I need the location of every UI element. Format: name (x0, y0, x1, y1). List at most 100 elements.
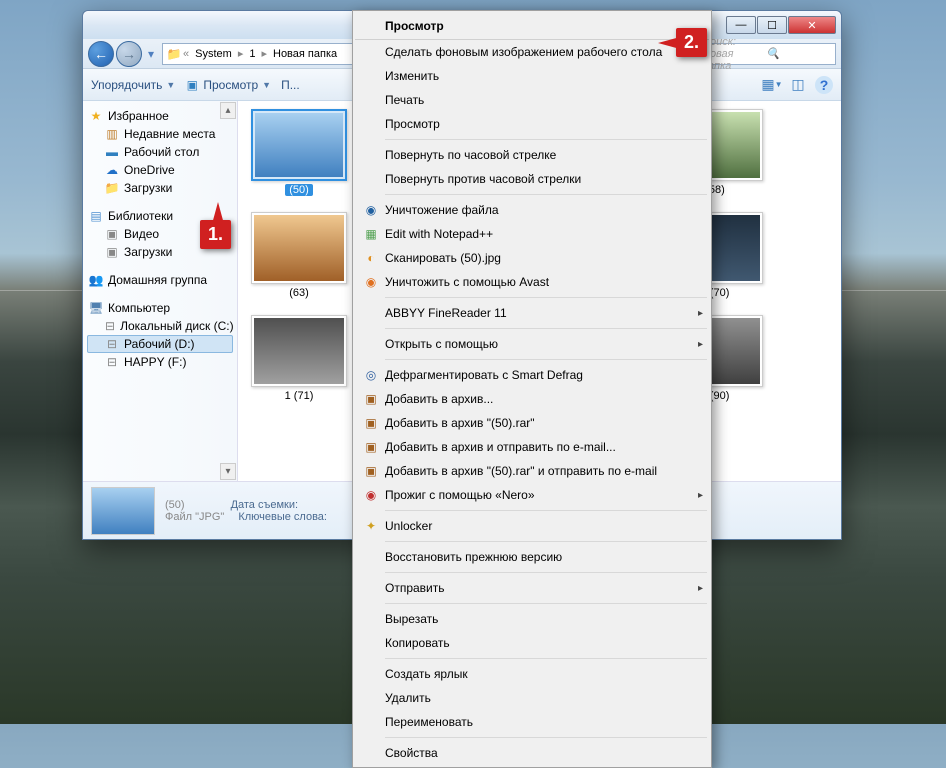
breadcrumb-folder[interactable]: Новая папка (269, 48, 341, 60)
ctx-restore[interactable]: Восстановить прежнюю версию (355, 545, 709, 569)
details-type: Файл "JPG" (165, 511, 224, 523)
navigation-pane[interactable]: ★Избранное ▥Недавние места ▬Рабочий стол… (83, 101, 238, 481)
ctx-header[interactable]: Просмотр (355, 13, 709, 40)
ctx-cut[interactable]: Вырезать (355, 607, 709, 631)
ctx-nero[interactable]: ◉Прожиг с помощью «Nero» (355, 483, 709, 507)
shred-icon: ◉ (361, 202, 381, 218)
file-label: (63) (289, 287, 309, 299)
view-mode-button[interactable]: ▦ ▼ (763, 76, 781, 94)
view-button[interactable]: ▣ Просмотр▼ (185, 78, 271, 92)
ctx-open-with[interactable]: Открыть с помощью (355, 332, 709, 356)
ctx-label: Дефрагментировать с Smart Defrag (385, 368, 583, 382)
favorites-header[interactable]: ★Избранное (87, 107, 233, 125)
ctx-delete[interactable]: Удалить (355, 686, 709, 710)
defrag-icon: ◎ (361, 367, 381, 383)
ctx-label: Добавить в архив... (385, 392, 493, 406)
ctx-add-50rar[interactable]: ▣ Добавить в архив "(50).rar" (355, 411, 709, 435)
ctx-shortcut[interactable]: Создать ярлык (355, 662, 709, 686)
ctx-rename[interactable]: Переименовать (355, 710, 709, 734)
search-input[interactable]: Поиск: Новая папка 🔍 (696, 43, 836, 65)
ctx-scan[interactable]: ◐Сканировать (50).jpg (355, 246, 709, 270)
close-glyph: ✕ (807, 19, 816, 32)
homegroup-header[interactable]: 👥Домашняя группа (87, 271, 233, 289)
star-icon: ★ (89, 109, 103, 123)
nav-desktop[interactable]: ▬Рабочий стол (87, 143, 233, 161)
nav-disk-f[interactable]: ⊟HAPPY (F:) (87, 353, 233, 371)
ctx-label: Добавить в архив "(50).rar" (385, 416, 535, 430)
details-name: (50) (165, 499, 185, 511)
nav-downloads[interactable]: 📁Загрузки (87, 179, 233, 197)
nav-video-label: Видео (124, 227, 159, 241)
breadcrumb-1[interactable]: 1 (245, 48, 259, 60)
minimize-button[interactable]: — (726, 16, 756, 34)
file-thumb-50[interactable]: (50) (246, 109, 352, 196)
ctx-edit[interactable]: Изменить (355, 64, 709, 88)
ctx-copy[interactable]: Копировать (355, 631, 709, 655)
close-button[interactable]: ✕ (788, 16, 836, 34)
file-thumb-63[interactable]: (63) (246, 212, 352, 299)
ctx-label: Свойства (385, 746, 438, 760)
nav-disk-c[interactable]: ⊟Локальный диск (C:) (87, 317, 233, 335)
homegroup-icon: 👥 (89, 273, 103, 287)
help-button[interactable]: ? (815, 76, 833, 94)
ctx-defrag[interactable]: ◎ Дефрагментировать с Smart Defrag (355, 363, 709, 387)
folder-icon: 📁 (105, 181, 119, 195)
breadcrumb-system[interactable]: System (191, 48, 236, 60)
nav-disk-d-label: Рабочий (D:) (124, 337, 195, 351)
onedrive-icon: ☁ (105, 163, 119, 177)
drive-icon: ⊟ (105, 355, 119, 369)
back-button[interactable]: ← (88, 41, 114, 67)
preview-icon: ▣ (185, 78, 199, 92)
ctx-view[interactable]: Просмотр (355, 112, 709, 136)
organize-label: Упорядочить (91, 78, 162, 92)
ctx-label: Уничтожение файла (385, 203, 499, 217)
winrar-icon: ▣ (361, 463, 381, 479)
ctx-send[interactable]: Отправить (355, 576, 709, 600)
winrar-icon: ▣ (361, 415, 381, 431)
ctx-label: Переименовать (385, 715, 473, 729)
ctx-notepad[interactable]: ▦Edit with Notepad++ (355, 222, 709, 246)
nav-recent[interactable]: ▥Недавние места (87, 125, 233, 143)
winrar-icon: ▣ (361, 439, 381, 455)
ctx-rotate-cw[interactable]: Повернуть по часовой стрелке (355, 143, 709, 167)
ctx-props[interactable]: Свойства (355, 741, 709, 765)
ctx-add-50rar-email[interactable]: ▣Добавить в архив "(50).rar" и отправить… (355, 459, 709, 483)
ctx-print[interactable]: Печать (355, 88, 709, 112)
ctx-label: Копировать (385, 636, 450, 650)
nav-onedrive[interactable]: ☁OneDrive (87, 161, 233, 179)
organize-button[interactable]: Упорядочить▼ (91, 78, 175, 92)
details-tags-key: Ключевые слова: (238, 511, 327, 523)
view-label: Просмотр (203, 78, 258, 92)
ctx-add-archive[interactable]: ▣Добавить в архив... (355, 387, 709, 411)
file-thumb-171[interactable]: 1 (71) (246, 315, 352, 402)
ctx-abbyy[interactable]: ABBYY FineReader 11 (355, 301, 709, 325)
libraries-label: Библиотеки (108, 209, 173, 223)
ctx-label: Открыть с помощью (385, 337, 498, 351)
forward-button[interactable]: → (116, 41, 142, 67)
nav-history-dropdown[interactable]: ▾ (144, 41, 158, 67)
scroll-up[interactable]: ▴ (220, 102, 236, 119)
breadcrumb-sep: « (181, 48, 191, 60)
details-thumb (91, 487, 155, 535)
ctx-label: Изменить (385, 69, 439, 83)
ctx-label: Вырезать (385, 612, 438, 626)
nav-disk-d[interactable]: ⊟Рабочий (D:) (87, 335, 233, 353)
ctx-rotate-ccw[interactable]: Повернуть против часовой стрелки (355, 167, 709, 191)
ctx-label: Сканировать (50).jpg (385, 251, 501, 265)
ctx-avast[interactable]: ◉Уничтожить с помощью Avast (355, 270, 709, 294)
ctx-add-email[interactable]: ▣Добавить в архив и отправить по e-mail.… (355, 435, 709, 459)
computer-header[interactable]: 🖥Компьютер (87, 299, 233, 317)
ctx-set-wallpaper[interactable]: Сделать фоновым изображением рабочего ст… (355, 40, 709, 64)
ctx-destroy[interactable]: ◉ Уничтожение файла (355, 198, 709, 222)
preview-pane-button[interactable]: ◫ (789, 76, 807, 94)
ctx-label: Просмотр (385, 117, 440, 131)
libraries-icon: ▤ (89, 209, 103, 223)
maximize-button[interactable]: ☐ (757, 16, 787, 34)
notepad-icon: ▦ (361, 226, 381, 242)
ctx-label: Создать ярлык (385, 667, 468, 681)
slideshow-button[interactable]: П... (281, 78, 300, 92)
ctx-label: Восстановить прежнюю версию (385, 550, 562, 564)
scroll-down[interactable]: ▾ (220, 463, 236, 480)
ctx-unlocker[interactable]: ✦Unlocker (355, 514, 709, 538)
context-menu[interactable]: Просмотр Сделать фоновым изображением ра… (352, 10, 712, 768)
